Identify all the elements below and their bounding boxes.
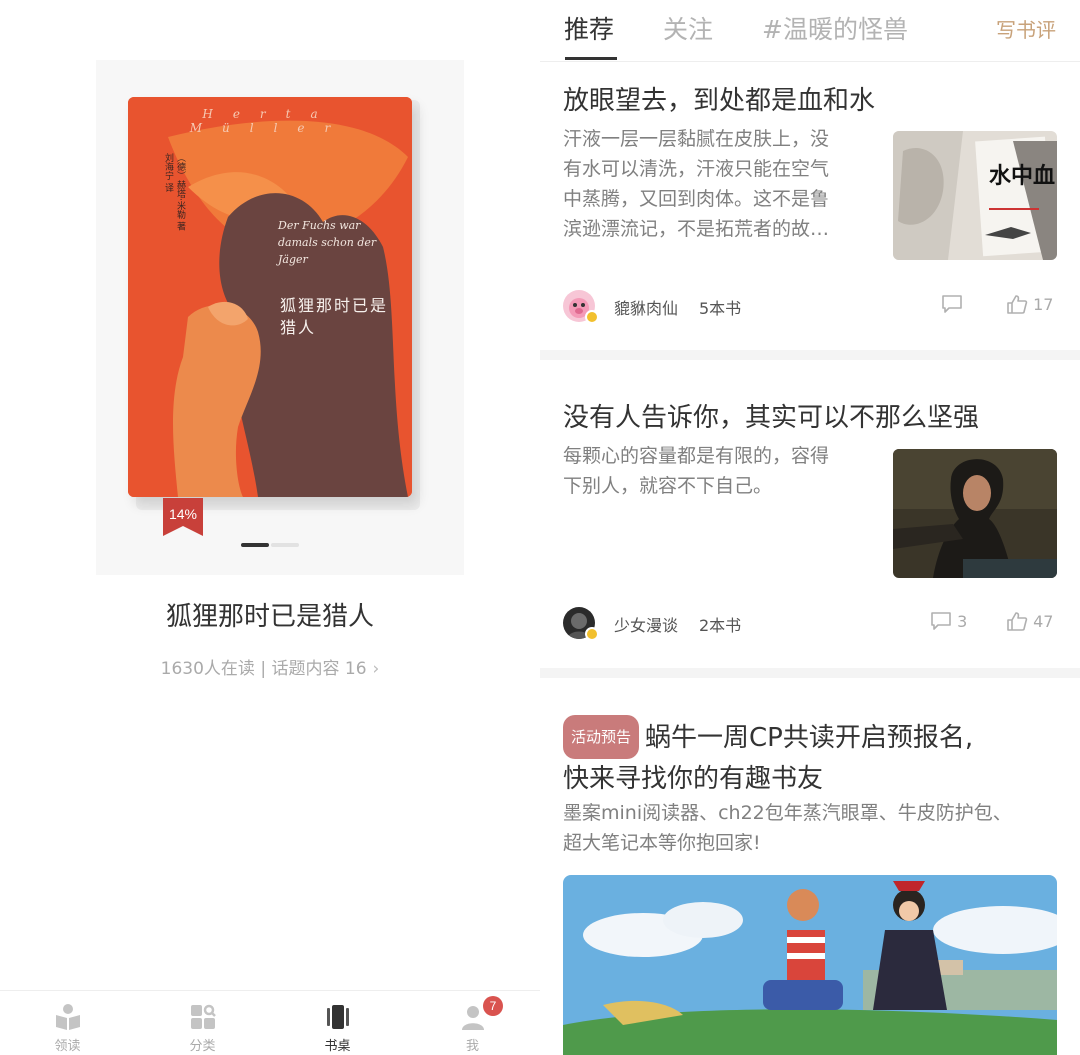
book-open-icon xyxy=(55,1004,80,1030)
tab-recommend[interactable]: 推荐 xyxy=(564,10,614,46)
author-name[interactable]: 貔貅肉仙 xyxy=(614,295,678,319)
tab-topic[interactable]: #温暖的怪兽 xyxy=(762,10,908,46)
notification-badge: 7 xyxy=(483,996,503,1016)
comment-count: 3 xyxy=(957,612,968,631)
post-title[interactable]: 没有人告诉你，其实可以不那么坚强 xyxy=(563,397,979,434)
carousel-dots[interactable] xyxy=(241,543,299,547)
excerpt-line: 滨逊漂流记，不是拓荒者的故… xyxy=(563,218,830,240)
cover-author-latin: Herta Müller xyxy=(189,107,351,135)
feed-pane: 推荐 关注 #温暖的怪兽 写书评 放眼望去，到处都是血和水 汗液一层一层黏腻在皮… xyxy=(540,0,1080,1055)
carousel-dot-active[interactable] xyxy=(241,543,269,547)
post-thumbnail[interactable]: 水中血 xyxy=(893,131,1057,260)
tab-follow[interactable]: 关注 xyxy=(663,10,713,46)
tab-label: 书桌 xyxy=(324,1039,351,1054)
cover-title-german: Der Fuchs war damals schon der Jäger xyxy=(278,219,377,266)
thumbs-up-icon xyxy=(1007,612,1028,631)
follow-plus-icon[interactable] xyxy=(585,310,599,324)
event-title-line2: 快来寻找你的有趣书友 xyxy=(563,764,824,794)
tab-me[interactable]: 7 我 xyxy=(405,991,540,1055)
book-photo-image: 水中血 xyxy=(893,131,1057,260)
tab-label: 我 xyxy=(465,1039,479,1054)
tab-category[interactable]: 分类 xyxy=(135,991,270,1055)
author-row: 少女漫谈 2本书 3 47 xyxy=(563,607,1063,641)
tab-label: 领读 xyxy=(54,1039,81,1054)
event-desc-line: 超大笔记本等你抱回家! xyxy=(563,832,761,854)
comment-button[interactable] xyxy=(941,294,963,314)
like-button[interactable]: 17 xyxy=(1006,294,1053,314)
like-button[interactable]: 47 xyxy=(1006,611,1053,631)
book-meta[interactable]: 1630人在读 | 话题内容 16 › xyxy=(0,654,540,679)
event-description[interactable]: 墨案mini阅读器、ch22包年蒸汽眼罩、牛皮防护包、 超大笔记本等你抱回家! xyxy=(563,798,1063,858)
bottom-tab-bar: 领读 分类 书桌 7 我 xyxy=(0,990,540,1055)
phone-desk-icon xyxy=(326,1005,349,1029)
thumb-book-title: 水中血 xyxy=(989,163,1055,189)
book-meta-text: 1630人在读 | 话题内容 16 xyxy=(160,659,367,679)
post-excerpt[interactable]: 每颗心的容量都是有限的，容得 下别人，就容不下自己。 xyxy=(563,441,863,501)
anime-banner-image xyxy=(563,875,1057,1055)
comment-icon xyxy=(942,295,962,313)
follow-plus-icon[interactable] xyxy=(585,627,599,641)
author-book-count: 5本书 xyxy=(699,299,742,318)
author-name[interactable]: 少女漫谈 xyxy=(614,612,678,636)
card-separator xyxy=(540,350,1080,360)
author-row: 貔貅肉仙 5本书 17 xyxy=(563,290,1063,324)
book-cover[interactable]: Herta Müller （德）赫塔·米勒 著 刘海宁 译 Der Fuchs … xyxy=(128,97,412,497)
like-count: 17 xyxy=(1033,295,1054,314)
author-book-count: 2本书 xyxy=(699,616,742,635)
card-separator xyxy=(540,668,1080,678)
tab-label: 分类 xyxy=(189,1039,216,1054)
excerpt-line: 每颗心的容量都是有限的，容得 xyxy=(563,445,830,467)
top-nav: 推荐 关注 #温暖的怪兽 写书评 xyxy=(540,0,1080,62)
carousel-dot[interactable] xyxy=(271,543,299,547)
post-thumbnail[interactable] xyxy=(893,449,1057,578)
excerpt-line: 汗液一层一层黏腻在皮肤上，没 xyxy=(563,128,830,150)
cover-title-chinese: 狐狸那时已是猎人 xyxy=(280,296,389,337)
event-desc-line: 墨案mini阅读器、ch22包年蒸汽眼罩、牛皮防护包、 xyxy=(563,802,1012,824)
comment-icon xyxy=(931,612,951,630)
event-banner[interactable] xyxy=(563,875,1057,1055)
excerpt-line: 有水可以清洗，汗液只能在空气 xyxy=(563,158,830,180)
comment-button[interactable]: 3 xyxy=(930,611,967,631)
grid-search-icon xyxy=(190,1004,216,1029)
reading-progress: 14% xyxy=(168,506,198,522)
chevron-right-icon: › xyxy=(372,659,380,679)
excerpt-line: 中蒸腾，又回到肉体。这不是鲁 xyxy=(563,188,830,210)
event-title[interactable]: 活动预告 蜗牛一周CP共读开启预报名, 快来寻找你的有趣书友 xyxy=(563,715,1063,799)
write-review-button[interactable]: 写书评 xyxy=(996,14,1056,43)
event-tag: 活动预告 xyxy=(563,715,640,759)
post-excerpt[interactable]: 汗液一层一层黏腻在皮肤上，没 有水可以清洗，汗液只能在空气 中蒸腾，又回到肉体。… xyxy=(563,124,863,244)
book-title[interactable]: 狐狸那时已是猎人 xyxy=(0,596,540,633)
thumbs-up-icon xyxy=(1007,295,1028,314)
cover-credit: （德）赫塔·米勒 著 刘海宁 译 xyxy=(163,153,185,231)
event-title-line1: 蜗牛一周CP共读开启预报名, xyxy=(645,723,974,753)
movie-still-image xyxy=(893,449,1057,578)
like-count: 47 xyxy=(1033,612,1054,631)
active-tab-underline xyxy=(565,57,617,60)
tab-desk[interactable]: 书桌 xyxy=(270,991,405,1055)
post-title[interactable]: 放眼望去，到处都是血和水 xyxy=(563,80,875,117)
excerpt-line: 下别人，就容不下自己。 xyxy=(563,475,773,497)
tab-lingdu[interactable]: 领读 xyxy=(0,991,135,1055)
bookshelf-pane: Herta Müller （德）赫塔·米勒 著 刘海宁 译 Der Fuchs … xyxy=(0,0,540,1055)
